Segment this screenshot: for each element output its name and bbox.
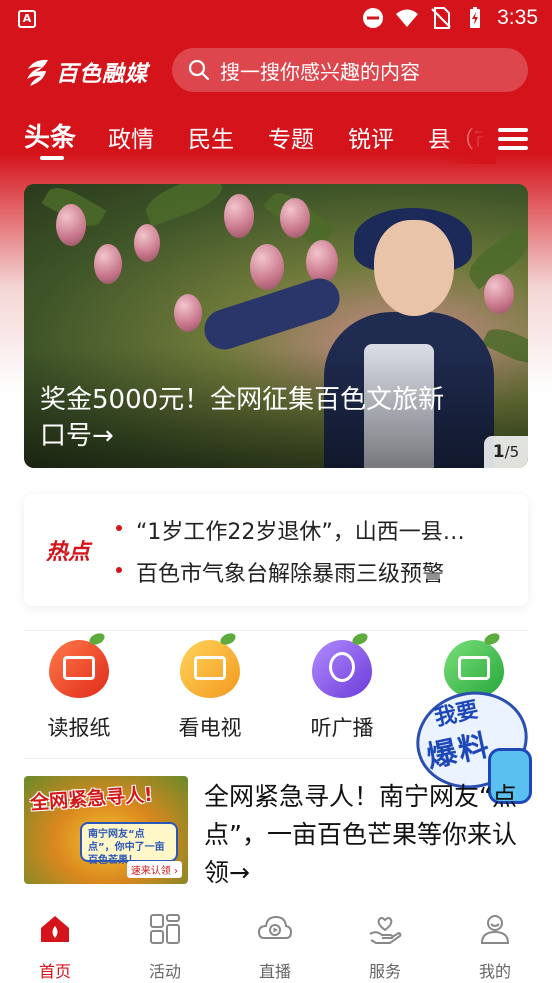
nav-home[interactable]: 首页 — [0, 912, 110, 982]
profile-icon — [480, 915, 510, 944]
newspaper-icon — [49, 640, 109, 698]
banner-current-page: 1 — [492, 442, 505, 462]
search-placeholder: 搜一搜你感兴趣的内容 — [220, 59, 420, 84]
hot-label: 热点 — [46, 540, 91, 565]
no-sim-icon — [431, 7, 451, 29]
hot-news-card: 热点 “1岁工作22岁退休”，山西一县… 百色市气象台解除暴雨三级预警 — [24, 494, 528, 606]
mango-decor — [94, 244, 122, 284]
thumbnail-tag: 速来认领 › — [126, 861, 182, 878]
banner-total-pages: /5 — [504, 443, 520, 461]
home-icon — [41, 916, 69, 942]
quick-entry-label: 看电视 — [178, 716, 242, 740]
logo-mark-icon — [27, 59, 48, 86]
do-not-disturb-icon — [363, 8, 384, 28]
mango-decor — [224, 194, 254, 238]
nav-activity[interactable]: 活动 — [110, 912, 220, 982]
search-input[interactable]: 搜一搜你感兴趣的内容 — [172, 48, 528, 92]
service-icon — [369, 917, 402, 944]
mango-decor — [174, 294, 202, 332]
mango-decor — [56, 204, 86, 246]
nav-live[interactable]: 直播 — [220, 912, 330, 982]
battery-charging-icon — [470, 7, 481, 28]
app-logo: 百色融媒 — [24, 56, 148, 88]
clock: 3:35 — [497, 6, 538, 29]
mango-decor — [484, 274, 514, 314]
mango-decor — [250, 244, 284, 290]
app-notification-icon: A — [18, 10, 36, 28]
nav-label: 服务 — [368, 962, 401, 981]
tab-commentary[interactable]: 锐评 — [348, 120, 394, 154]
thumbnail-bubble: 南宁网友“点点”，你中了一亩百色芒果！ — [80, 822, 178, 866]
tv-icon — [180, 640, 240, 698]
banner-title: 奖金5000元！全网征集百色文旅新口号→ — [40, 385, 445, 451]
article-title[interactable]: 全网紧急寻人！南宁网友“点点”，一亩百色芒果等你来认领→ — [204, 778, 532, 892]
hot-news-item[interactable]: 百色市气象台解除暴雨三级预警 — [116, 556, 516, 588]
tab-politics[interactable]: 政情 — [108, 120, 154, 154]
quick-entry-label: 听广播 — [310, 716, 374, 740]
quick-entry-label: 读报纸 — [47, 716, 111, 740]
wifi-icon — [396, 9, 419, 27]
active-tab-indicator — [40, 156, 64, 160]
tab-headline[interactable]: 头条 — [24, 117, 76, 154]
radio-icon — [312, 640, 372, 698]
divider — [24, 630, 528, 631]
leaf-decor — [141, 184, 227, 227]
thumbnail-title: 全网紧急寻人! — [29, 783, 154, 815]
article-thumbnail[interactable]: 全网紧急寻人! 南宁网友“点点”，你中了一亩百色芒果！ 速来认领 › — [24, 776, 188, 884]
tabs-fade — [440, 112, 496, 164]
mango-decor — [306, 240, 338, 284]
nav-service[interactable]: 服务 — [330, 912, 440, 982]
person-face — [374, 220, 454, 316]
nav-label: 我的 — [478, 962, 511, 981]
bottom-navigation: 首页 活动 直播 服务 我的 — [0, 904, 552, 983]
logo-text: 百色融媒 — [56, 62, 149, 87]
banner-carousel[interactable]: 奖金5000元！全网征集百色文旅新口号→ 1/5 — [24, 184, 528, 468]
quick-entry-tv[interactable]: 看电视 — [160, 640, 260, 742]
search-icon — [188, 59, 210, 81]
quick-entry-newspaper[interactable]: 读报纸 — [29, 640, 129, 742]
nav-label: 活动 — [148, 962, 181, 981]
status-icons: 3:35 — [361, 6, 538, 30]
tab-special[interactable]: 专题 — [268, 120, 314, 154]
live-icon — [257, 915, 293, 939]
banner-page-counter: 1/5 — [484, 436, 528, 468]
mango-decor — [280, 198, 310, 238]
quick-entry-radio[interactable]: 听广播 — [292, 640, 392, 742]
nav-label: 直播 — [258, 962, 291, 981]
nav-profile[interactable]: 我的 — [440, 912, 550, 982]
channel-menu-button[interactable] — [498, 124, 532, 154]
activity-icon — [150, 914, 180, 944]
tab-livelihood[interactable]: 民生 — [188, 120, 234, 154]
nav-label: 首页 — [38, 962, 71, 981]
status-bar: A 3:35 — [0, 0, 552, 38]
hot-news-item[interactable]: “1岁工作22岁退休”，山西一县… — [116, 514, 516, 546]
mango-decor — [134, 224, 160, 262]
channel-tabs: 头条 政情 民生 专题 锐评 县（市 — [0, 112, 552, 164]
